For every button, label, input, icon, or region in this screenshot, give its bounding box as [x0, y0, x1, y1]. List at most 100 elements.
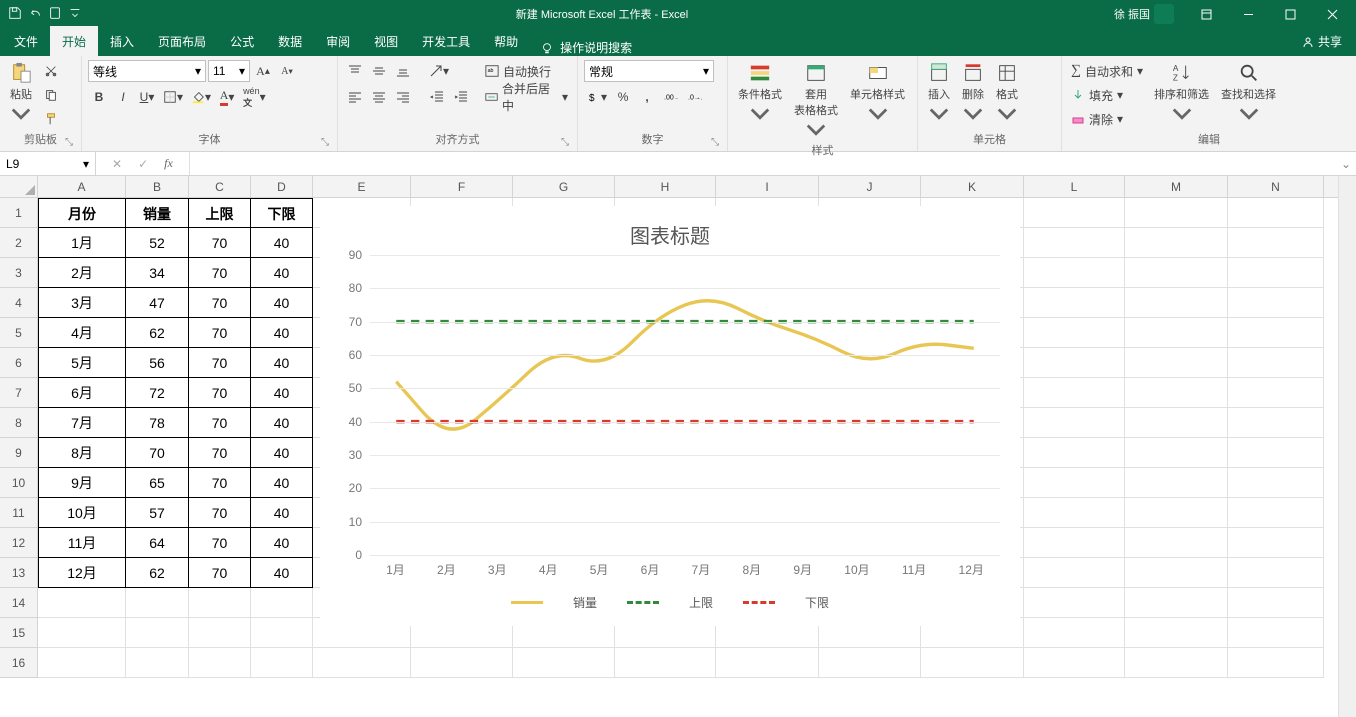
cell[interactable]: [1125, 288, 1228, 318]
cell[interactable]: [1125, 408, 1228, 438]
tab-help[interactable]: 帮助: [482, 26, 530, 56]
cell[interactable]: 12月: [38, 558, 126, 588]
row-header-7[interactable]: 7: [0, 378, 37, 408]
cell[interactable]: [1024, 588, 1125, 618]
qat-dropdown-icon[interactable]: [68, 6, 82, 23]
minimize-button[interactable]: [1228, 0, 1268, 28]
undo-icon[interactable]: [28, 6, 42, 23]
cell[interactable]: 10月: [38, 498, 126, 528]
cell[interactable]: [1024, 558, 1125, 588]
cell[interactable]: 40: [251, 258, 313, 288]
touch-mode-icon[interactable]: [48, 6, 62, 23]
cell[interactable]: 40: [251, 468, 313, 498]
cell[interactable]: 56: [126, 348, 189, 378]
align-right-button[interactable]: [392, 86, 414, 108]
cell[interactable]: 40: [251, 318, 313, 348]
sort-filter-button[interactable]: AZ排序和筛选: [1150, 60, 1213, 128]
row-header-6[interactable]: 6: [0, 348, 37, 378]
cell[interactable]: 40: [251, 438, 313, 468]
cell[interactable]: [1125, 528, 1228, 558]
font-name-combo[interactable]: 等线▾: [88, 60, 206, 82]
enter-icon[interactable]: ✓: [138, 157, 148, 171]
cell[interactable]: [1228, 378, 1324, 408]
insert-cells-button[interactable]: 插入: [924, 60, 954, 128]
cell[interactable]: [1125, 588, 1228, 618]
cell[interactable]: [716, 648, 819, 678]
increase-font-button[interactable]: A▴: [252, 60, 274, 82]
fill-button[interactable]: 填充 ▾: [1068, 84, 1146, 106]
conditional-format-button[interactable]: 条件格式: [734, 60, 786, 128]
dialog-launcher-icon[interactable]: ⤡: [711, 137, 723, 149]
format-cells-button[interactable]: 格式: [992, 60, 1022, 128]
cell[interactable]: [1024, 528, 1125, 558]
embedded-chart[interactable]: 图表标题 0102030405060708090 1月2月3月4月5月6月7月8…: [320, 206, 1020, 626]
ribbon-options-button[interactable]: [1186, 0, 1226, 28]
cell[interactable]: [1228, 528, 1324, 558]
cell[interactable]: 70: [189, 258, 251, 288]
cell[interactable]: [1228, 408, 1324, 438]
col-header-M[interactable]: M: [1125, 176, 1228, 197]
expand-formula-bar-icon[interactable]: ⌄: [1336, 152, 1356, 175]
cut-button[interactable]: [40, 60, 62, 82]
cell[interactable]: [1024, 378, 1125, 408]
maximize-button[interactable]: [1270, 0, 1310, 28]
tab-formulas[interactable]: 公式: [218, 26, 266, 56]
cell[interactable]: 3月: [38, 288, 126, 318]
cell[interactable]: [1024, 648, 1125, 678]
cell[interactable]: 57: [126, 498, 189, 528]
user-account[interactable]: 徐 振国: [1114, 4, 1174, 24]
cell[interactable]: 70: [189, 528, 251, 558]
cell[interactable]: [1125, 498, 1228, 528]
cell[interactable]: [819, 648, 921, 678]
cell[interactable]: 70: [126, 438, 189, 468]
cell[interactable]: [1228, 318, 1324, 348]
italic-button[interactable]: I: [112, 86, 134, 108]
decrease-font-button[interactable]: A▾: [276, 60, 298, 82]
row-header-13[interactable]: 13: [0, 558, 37, 588]
tab-home[interactable]: 开始: [50, 26, 98, 56]
cell[interactable]: [1024, 408, 1125, 438]
col-header-J[interactable]: J: [819, 176, 921, 197]
cell[interactable]: [1228, 228, 1324, 258]
copy-button[interactable]: [40, 84, 62, 106]
dialog-launcher-icon[interactable]: ⤡: [65, 137, 77, 149]
tab-page-layout[interactable]: 页面布局: [146, 26, 218, 56]
cell[interactable]: 上限: [189, 198, 251, 228]
cell[interactable]: 70: [189, 228, 251, 258]
cell[interactable]: [1228, 558, 1324, 588]
chart-plot-area[interactable]: 0102030405060708090: [370, 255, 1000, 555]
cell[interactable]: 70: [189, 498, 251, 528]
align-top-button[interactable]: [344, 60, 366, 82]
cell[interactable]: [1024, 618, 1125, 648]
tab-developer[interactable]: 开发工具: [410, 26, 482, 56]
row-header-8[interactable]: 8: [0, 408, 37, 438]
row-header-11[interactable]: 11: [0, 498, 37, 528]
cell[interactable]: 11月: [38, 528, 126, 558]
cell[interactable]: [1125, 468, 1228, 498]
cell[interactable]: 64: [126, 528, 189, 558]
cell[interactable]: [38, 618, 126, 648]
cell[interactable]: [1024, 198, 1125, 228]
bold-button[interactable]: B: [88, 86, 110, 108]
cell[interactable]: [251, 648, 313, 678]
cell[interactable]: [1125, 648, 1228, 678]
indent-decrease-button[interactable]: [426, 86, 448, 108]
cell[interactable]: [38, 648, 126, 678]
col-header-H[interactable]: H: [615, 176, 716, 197]
cell[interactable]: [189, 588, 251, 618]
cell[interactable]: 销量: [126, 198, 189, 228]
row-header-5[interactable]: 5: [0, 318, 37, 348]
cell[interactable]: [1228, 258, 1324, 288]
paste-button[interactable]: 粘贴: [6, 60, 36, 128]
cell[interactable]: [1024, 468, 1125, 498]
cell[interactable]: [1228, 348, 1324, 378]
delete-cells-button[interactable]: 删除: [958, 60, 988, 128]
cell[interactable]: 52: [126, 228, 189, 258]
cell[interactable]: [189, 618, 251, 648]
cell[interactable]: 40: [251, 558, 313, 588]
col-header-L[interactable]: L: [1024, 176, 1125, 197]
cell[interactable]: 40: [251, 498, 313, 528]
cell[interactable]: 8月: [38, 438, 126, 468]
row-header-16[interactable]: 16: [0, 648, 37, 678]
font-size-combo[interactable]: 11▾: [208, 60, 250, 82]
